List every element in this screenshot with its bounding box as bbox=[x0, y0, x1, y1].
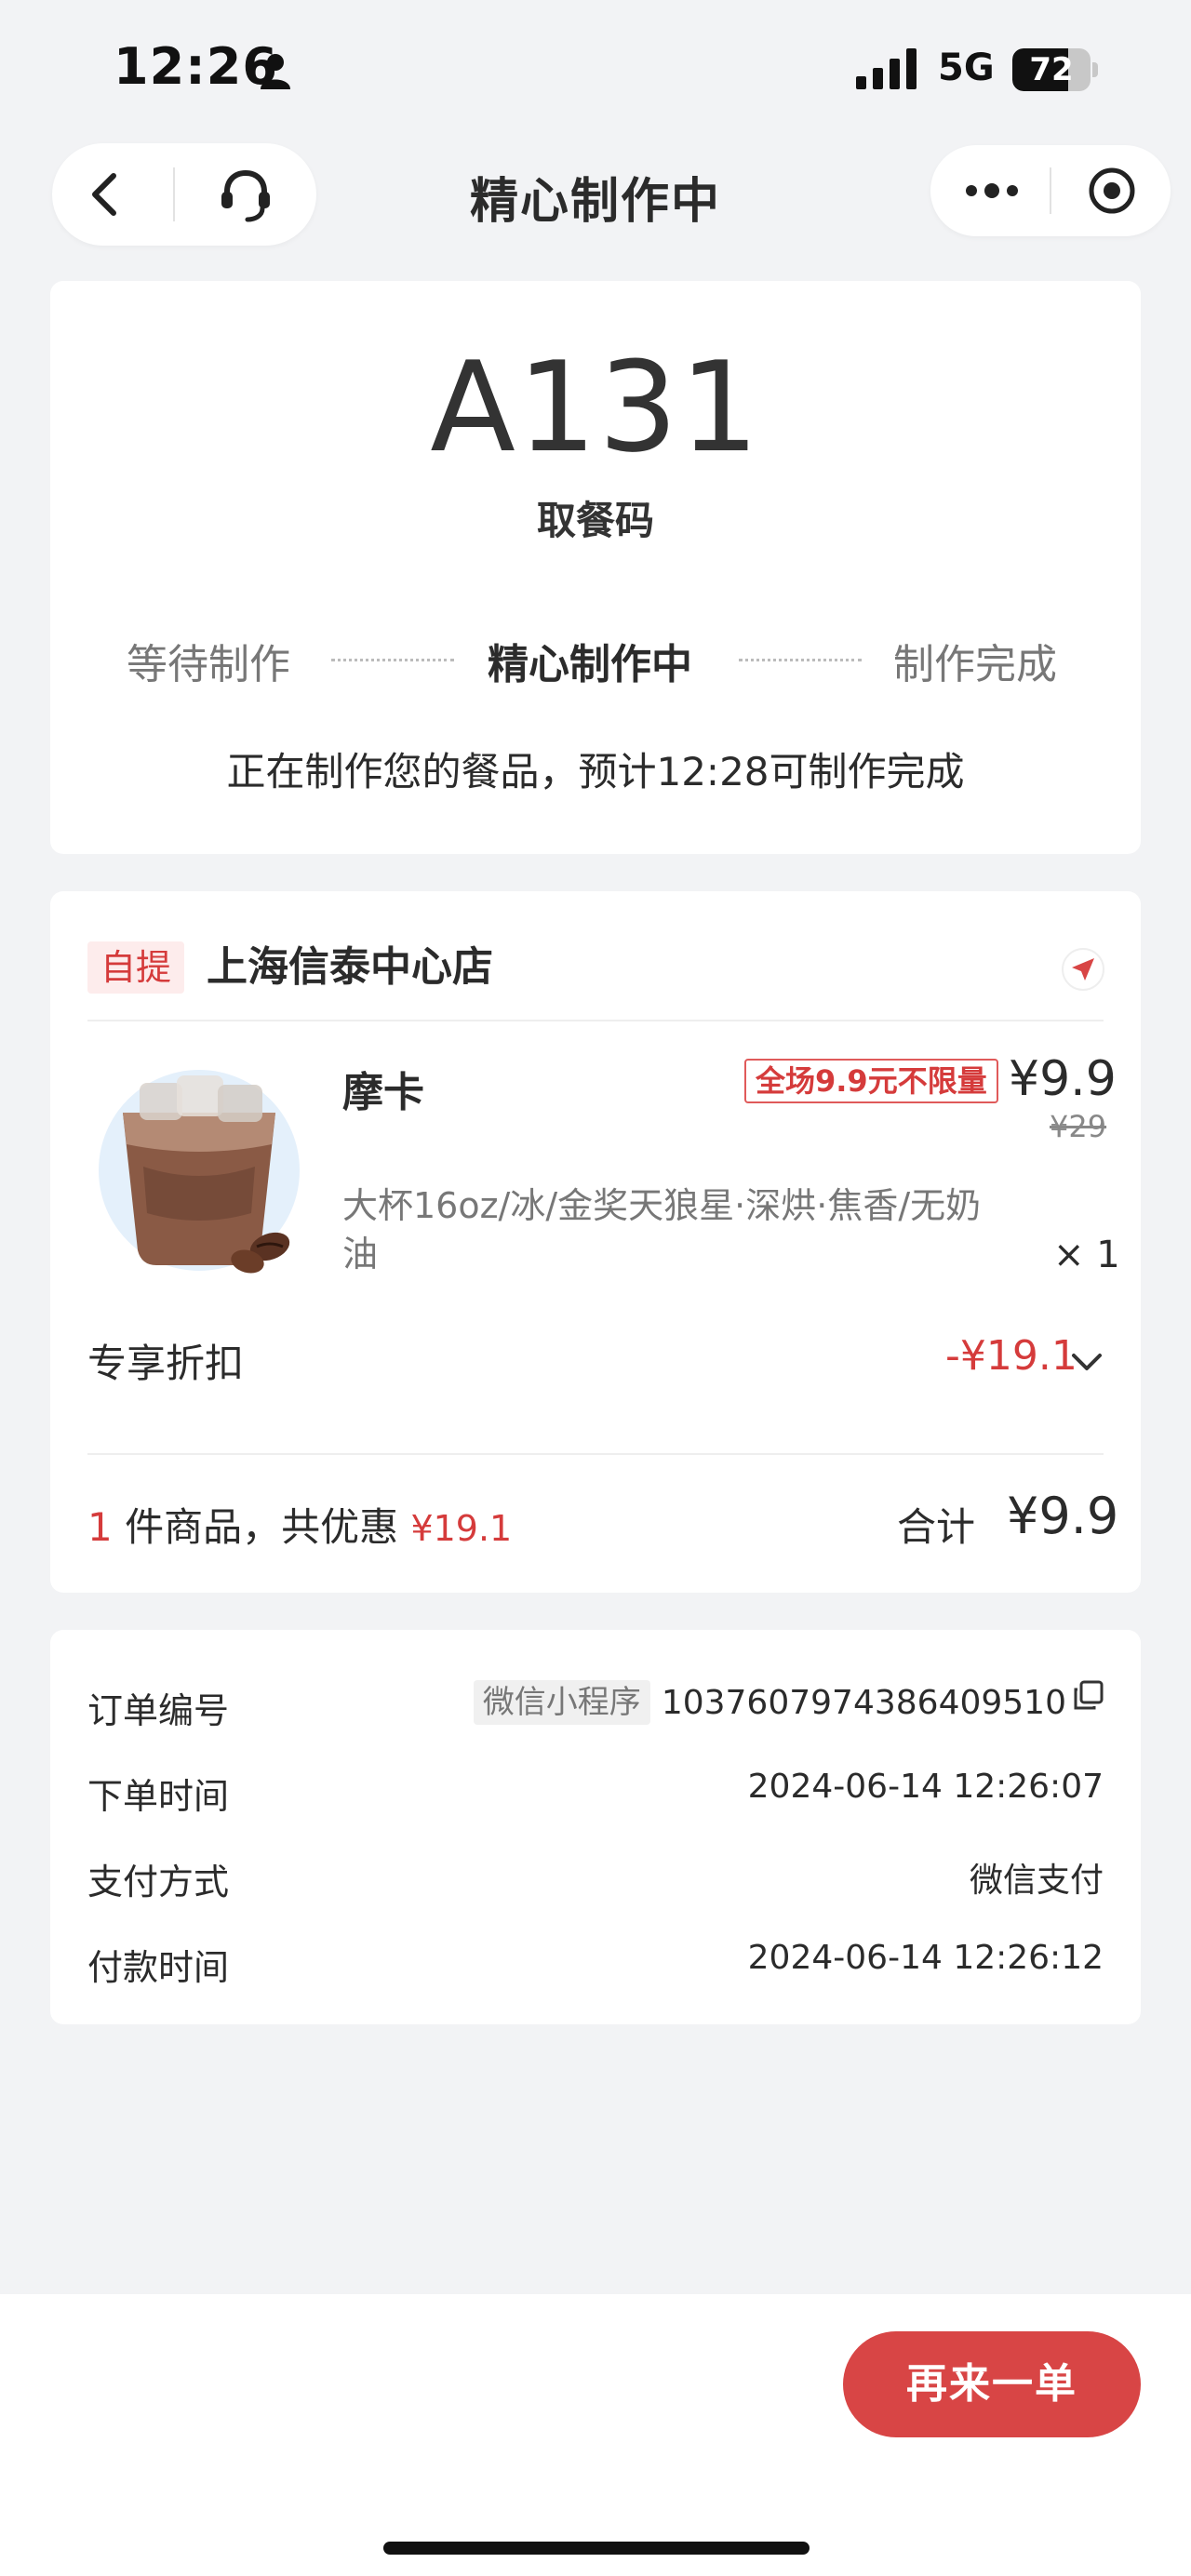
saved-amount: ¥19.1 bbox=[410, 1508, 513, 1549]
step-connector bbox=[331, 659, 454, 661]
step-connector bbox=[739, 659, 862, 661]
pay-time-row: 付款时间 2024-06-14 12:26:12 bbox=[87, 1939, 1104, 1995]
summary-savings: 1 件商品，共优惠 ¥19.1 bbox=[87, 1496, 512, 1553]
order-number-label: 订单编号 bbox=[87, 1690, 230, 1731]
copy-icon[interactable] bbox=[1072, 1680, 1104, 1712]
chevron-down-icon[interactable] bbox=[1068, 1343, 1105, 1381]
product-image bbox=[99, 1070, 300, 1274]
step-done: 制作完成 bbox=[893, 641, 1057, 688]
order-time-label: 下单时间 bbox=[87, 1776, 230, 1817]
order-time-value: 2024-06-14 12:26:07 bbox=[747, 1768, 1104, 1806]
pay-method-label: 支付方式 bbox=[87, 1862, 230, 1902]
order-number: 1037607974386409510 bbox=[661, 1683, 1066, 1722]
store-name: 上海信泰中心店 bbox=[207, 943, 493, 991]
pay-time-value: 2024-06-14 12:26:12 bbox=[747, 1939, 1104, 1977]
pay-method-row: 支付方式 微信支付 bbox=[87, 1853, 1104, 1909]
bottom-action-bar: 再来一单 bbox=[0, 2294, 1191, 2576]
summary-text: 件商品，共优惠 bbox=[112, 1504, 411, 1550]
pickup-card: A131 取餐码 等待制作 精心制作中 制作完成 正在制作您的餐品，预计12:2… bbox=[50, 281, 1141, 854]
product-quantity: × 1 bbox=[1053, 1234, 1120, 1276]
progress-steps: 等待制作 精心制作中 制作完成 bbox=[50, 631, 1141, 688]
order-time-row: 下单时间 2024-06-14 12:26:07 bbox=[87, 1768, 1104, 1823]
nav-right-capsule bbox=[930, 145, 1171, 236]
divider bbox=[87, 1453, 1104, 1455]
divider bbox=[87, 1020, 1104, 1021]
navigation-icon[interactable] bbox=[1061, 947, 1105, 992]
pickup-code-label: 取餐码 bbox=[536, 498, 654, 543]
order-number-value: 微信小程序 1037607974386409510 bbox=[473, 1678, 1104, 1727]
battery-level: 72 bbox=[1029, 51, 1074, 88]
pay-method-value: 微信支付 bbox=[969, 1862, 1104, 1900]
order-card: 自提 上海信泰中心店 摩卡 全场9.9元不限量 ¥9.9 ¥29 大杯16oz/… bbox=[50, 891, 1141, 1593]
network-label: 5G bbox=[938, 47, 995, 89]
channel-badge: 微信小程序 bbox=[473, 1680, 650, 1725]
close-miniprogram-icon[interactable] bbox=[1087, 166, 1137, 216]
product-price: ¥9.9 bbox=[1009, 1051, 1117, 1107]
progress-note: 正在制作您的餐品，预计12:28可制作完成 bbox=[226, 749, 965, 794]
more-icon[interactable] bbox=[962, 175, 1022, 207]
battery-icon: 72 bbox=[1012, 48, 1098, 91]
reorder-button[interactable]: 再来一单 bbox=[843, 2331, 1141, 2437]
status-bar: 12:26 5G 72 bbox=[0, 0, 1191, 140]
signal-icon bbox=[856, 48, 917, 89]
product-name: 摩卡 bbox=[342, 1069, 424, 1116]
product-spec: 大杯16oz/冰/金奖天狼星·深烘·焦香/无奶油 bbox=[342, 1185, 982, 1275]
step-waiting: 等待制作 bbox=[127, 641, 290, 688]
home-indicator bbox=[383, 2542, 810, 2555]
total-value: ¥9.9 bbox=[1007, 1487, 1119, 1545]
order-number-row: 订单编号 微信小程序 1037607974386409510 bbox=[87, 1680, 1104, 1738]
step-making: 精心制作中 bbox=[488, 641, 692, 688]
order-info-card: 订单编号 微信小程序 1037607974386409510 下单时间 2024… bbox=[50, 1630, 1141, 2024]
order-status-page: 12:26 5G 72 精心制作中 A131 取餐码 等待制作 精心制作中 制作… bbox=[0, 0, 1191, 2576]
discount-label: 专享折扣 bbox=[87, 1341, 245, 1386]
product-original-price: ¥29 bbox=[1050, 1109, 1107, 1144]
person-icon bbox=[261, 54, 290, 89]
promo-badge: 全场9.9元不限量 bbox=[744, 1059, 998, 1103]
item-count: 1 bbox=[87, 1504, 113, 1550]
pickup-type-badge: 自提 bbox=[87, 941, 185, 994]
total-label: 合计 bbox=[897, 1504, 976, 1550]
pickup-code: A131 bbox=[430, 335, 761, 480]
discount-value[interactable]: -¥19.1 bbox=[945, 1332, 1077, 1380]
nav-divider bbox=[1050, 167, 1051, 214]
status-time: 12:26 bbox=[114, 37, 278, 96]
pay-time-label: 付款时间 bbox=[87, 1947, 230, 1988]
